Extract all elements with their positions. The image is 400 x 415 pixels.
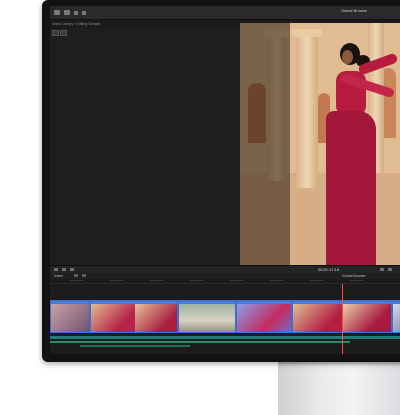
zoom-icon[interactable] — [62, 268, 66, 271]
ruler-tick — [190, 280, 204, 281]
audio-track[interactable] — [80, 345, 190, 347]
clip-appearance-icon[interactable] — [54, 268, 58, 271]
skimming-icon[interactable] — [380, 268, 384, 271]
timeline-index-label[interactable]: Index — [54, 274, 63, 278]
ruler-tick — [70, 280, 84, 281]
back-icon[interactable] — [74, 274, 78, 277]
monitor-stand — [278, 360, 400, 415]
clip-thumbnail — [179, 304, 235, 332]
clip-thumbnail — [343, 304, 391, 332]
timeline-clip[interactable] — [236, 300, 292, 333]
timeline-clip[interactable] — [178, 300, 236, 333]
clip-thumbnail — [51, 304, 89, 332]
ruler-tick — [230, 280, 244, 281]
app-window: Global Browse Video Library › Editing Sa… — [50, 6, 400, 354]
timeline-right-label[interactable]: Global Browse — [342, 274, 365, 278]
snapping-icon[interactable] — [70, 268, 74, 271]
viewer-panel[interactable] — [240, 23, 400, 265]
primary-storyline — [50, 300, 400, 334]
ruler-tick — [310, 280, 324, 281]
browser-panel[interactable] — [50, 28, 240, 265]
clip-thumbnail — [393, 304, 400, 332]
timeline-clip[interactable] — [50, 300, 90, 333]
viewer-pillar-cap — [292, 29, 322, 37]
audio-track[interactable] — [50, 336, 400, 339]
breadcrumb[interactable]: Video Library › Editing Sample — [52, 22, 100, 26]
viewer-pillar — [296, 33, 318, 188]
clip-thumbnail — [237, 304, 291, 332]
ruler-tick — [150, 280, 164, 281]
toolbar-right-label[interactable]: Global Browse — [341, 8, 367, 13]
timeline-clip[interactable] — [90, 300, 178, 333]
timeline[interactable] — [50, 284, 400, 354]
browser-view-button[interactable] — [52, 30, 59, 36]
music-track[interactable] — [50, 341, 350, 343]
clip-thumbnail — [135, 304, 177, 332]
top-toolbar: Global Browse — [50, 6, 400, 20]
dancer-skirt — [326, 111, 376, 265]
ruler-tick — [270, 280, 284, 281]
forward-icon[interactable] — [82, 274, 86, 277]
playhead[interactable] — [342, 284, 343, 354]
browser-filter-button[interactable] — [60, 30, 67, 36]
share-icon[interactable] — [82, 10, 86, 15]
keyword-icon[interactable] — [64, 10, 70, 15]
ruler-tick — [350, 280, 364, 281]
timeline-clip[interactable] — [392, 300, 400, 333]
viewer-shadow — [240, 23, 290, 265]
dancer-face — [342, 50, 353, 64]
audio-skimming-icon[interactable] — [388, 268, 392, 271]
ruler-tick — [110, 280, 124, 281]
timecode-display: 00:01:17:18 — [318, 267, 340, 272]
checkmark-icon[interactable] — [74, 10, 78, 15]
browser-subheader: Video Library › Editing Sample — [50, 20, 240, 27]
clip-thumbnail — [91, 304, 135, 332]
clip-thumbnail — [293, 304, 343, 332]
import-icon[interactable] — [54, 10, 60, 15]
